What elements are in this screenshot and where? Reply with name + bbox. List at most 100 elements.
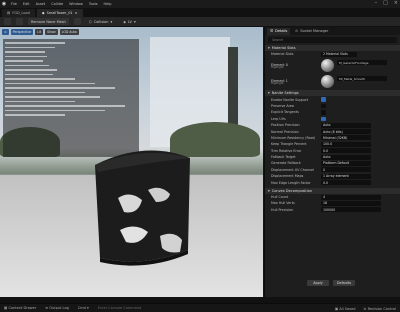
menu-help[interactable]: Help xyxy=(101,2,115,6)
socket-icon: ⊙ xyxy=(295,29,299,33)
editor-toolbar: Remove Nane Mesh ⬡ Collision ▾ ◈ LV ▾ xyxy=(0,17,400,27)
chevron-down-icon: ▾ xyxy=(87,306,89,310)
setting-value[interactable]: 1 Array element xyxy=(321,173,371,179)
perspective-button[interactable]: Perspective xyxy=(10,29,34,35)
material-thumbnail[interactable] xyxy=(321,58,334,72)
tab-details[interactable]: ☰ Details xyxy=(267,27,291,35)
setting-value[interactable]: Auto (8 bits) xyxy=(321,129,371,135)
setting-value[interactable]: 100.0 xyxy=(321,141,371,147)
max-hull-verts-input[interactable]: 16 xyxy=(321,200,381,206)
row-label: Generate Fallback xyxy=(271,161,301,166)
hull-precision-row: Hull Precision 100000 xyxy=(265,207,400,213)
status-bar: ▦ Content Drawer ≡ Output Log Cmd ▾ Ente… xyxy=(0,303,400,312)
row-label: Max Hull Verts xyxy=(271,201,295,206)
element0-highlight[interactable]: Highlight xyxy=(271,65,284,69)
chevron-down-icon: ▾ xyxy=(268,46,270,50)
material-element-0: Element 0 Highlight M_GalacticFrontage xyxy=(265,57,400,73)
menu-window[interactable]: Window xyxy=(66,2,86,6)
row-label: Explicit Tangents xyxy=(271,110,299,115)
static-mesh-preview xyxy=(95,150,190,266)
content-drawer-button[interactable]: ▦ Content Drawer xyxy=(4,306,36,310)
tab-small-tower[interactable]: ◆ SmallTower_01 × xyxy=(36,9,83,17)
viewport-menu-button[interactable]: ≡ xyxy=(2,29,9,35)
collision-button[interactable]: ⬡ Collision ▾ xyxy=(86,18,116,25)
output-log-button[interactable]: ≡ Output Log xyxy=(45,306,69,310)
setting-checkbox[interactable] xyxy=(321,116,326,121)
menu-file[interactable]: File xyxy=(8,2,20,6)
show-button[interactable]: Show xyxy=(45,29,58,35)
details-search-input[interactable]: Search xyxy=(268,37,397,43)
lod-auto-button[interactable]: LOD Auto xyxy=(59,29,79,35)
tool-icon[interactable] xyxy=(73,18,81,25)
material-dropdown[interactable]: MI_Metal_Smooth xyxy=(337,76,387,82)
row-label: Fallback Target xyxy=(271,155,296,160)
row-label: Preserve Area xyxy=(271,103,294,108)
search-placeholder: Search xyxy=(272,38,284,42)
setting-value[interactable]: Auto xyxy=(321,154,371,160)
defaults-button[interactable]: Defaults xyxy=(333,280,355,286)
menu-bar: ◉ File Edit Asset Collide Window Tools H… xyxy=(0,0,400,8)
collision-label: Collision xyxy=(93,19,109,24)
all-saved-button[interactable]: ▣ All Saved xyxy=(335,307,356,311)
close-icon[interactable]: × xyxy=(394,0,398,6)
element1-highlight[interactable]: Highlight xyxy=(271,81,284,85)
menu-tools[interactable]: Tools xyxy=(86,2,101,6)
save-icon[interactable] xyxy=(4,18,11,25)
setting-value[interactable]: 0.0 xyxy=(321,148,371,154)
static-mesh-icon: ◆ xyxy=(41,11,45,15)
setting-value[interactable]: Minimal (32KB) xyxy=(321,135,371,141)
hull-count-input[interactable]: 4 xyxy=(321,194,381,200)
setting-checkbox[interactable] xyxy=(321,110,326,115)
lit-button[interactable]: Lit xyxy=(35,29,44,35)
browse-icon[interactable] xyxy=(16,18,23,25)
lv-label: LV xyxy=(127,19,132,24)
window-controls: – □ × xyxy=(375,0,398,6)
status-right: ▣ All Saved ⊘ Revision Control xyxy=(335,304,396,312)
row-label: Displacement UV Channel xyxy=(271,167,314,172)
all-saved-label: All Saved xyxy=(339,306,356,311)
cmd-dropdown[interactable]: Cmd ▾ xyxy=(78,306,89,310)
setting-value[interactable]: Auto xyxy=(321,122,371,128)
lod-button[interactable]: ◈ LV ▾ xyxy=(120,18,138,25)
content-drawer-icon: ▦ xyxy=(4,306,8,310)
section-label: Material Slots xyxy=(271,46,296,50)
setting-value[interactable]: 0.0 xyxy=(321,180,371,186)
material-slots-value: 2 Material Slots xyxy=(321,51,357,57)
row-label: Trim Relative Error xyxy=(271,148,302,153)
close-tab-icon[interactable]: × xyxy=(75,11,78,15)
minimize-icon[interactable]: – xyxy=(375,0,378,6)
setting-value[interactable]: Platform Default xyxy=(321,160,371,166)
row-label: Displacement Maps xyxy=(271,174,304,179)
material-name: MI_Metal_Smooth xyxy=(339,76,366,81)
row-label: Hull Count xyxy=(271,195,289,200)
document-tab-bar: ▤ FGD_Load ◆ SmallTower_01 × xyxy=(0,8,400,17)
remove-label: Remove Nane Mesh xyxy=(31,19,66,24)
unreal-logo-icon[interactable]: ◉ xyxy=(0,0,8,8)
console-input[interactable]: Enter Console Command xyxy=(98,306,142,310)
revision-control-button[interactable]: ⊘ Revision Control xyxy=(364,307,396,311)
maximize-icon[interactable]: □ xyxy=(383,0,388,6)
setting-value[interactable]: 0 xyxy=(321,167,371,173)
remove-nanite-mesh-button[interactable]: Remove Nane Mesh xyxy=(28,18,69,25)
output-log-label: Output Log xyxy=(49,306,69,310)
menu-collide[interactable]: Collide xyxy=(48,2,66,6)
tab-socket-manager[interactable]: ⊙ Socket Manager xyxy=(292,28,331,35)
menu-asset[interactable]: Asset xyxy=(33,2,49,6)
setting-checkbox[interactable] xyxy=(321,97,326,102)
row-label: Minimum Residency (Root) xyxy=(271,135,316,140)
material-dropdown[interactable]: M_GalacticFrontage xyxy=(337,60,387,66)
menu-edit[interactable]: Edit xyxy=(20,2,33,6)
chevron-down-icon: ▾ xyxy=(133,19,136,24)
material-element-1: Element 1 Highlight MI_Metal_Smooth xyxy=(265,73,400,89)
hull-precision-input[interactable]: 100000 xyxy=(321,207,381,213)
row-label: Lerp UVs xyxy=(271,116,286,121)
setting-checkbox[interactable] xyxy=(321,103,326,109)
nanite-setting-row: Max Edge Length Factor 0.0 xyxy=(265,179,400,186)
row-label: Hull Precision xyxy=(271,207,294,212)
row-label: Normal Precision xyxy=(271,129,299,134)
apply-button[interactable]: Apply xyxy=(307,280,329,286)
viewport[interactable]: ≡ Perspective Lit Show LOD Auto xyxy=(0,27,263,297)
material-thumbnail[interactable] xyxy=(321,74,334,88)
row-label: Max Edge Length Factor xyxy=(271,180,311,185)
tab-fgd-load[interactable]: ▤ FGD_Load xyxy=(2,9,35,17)
